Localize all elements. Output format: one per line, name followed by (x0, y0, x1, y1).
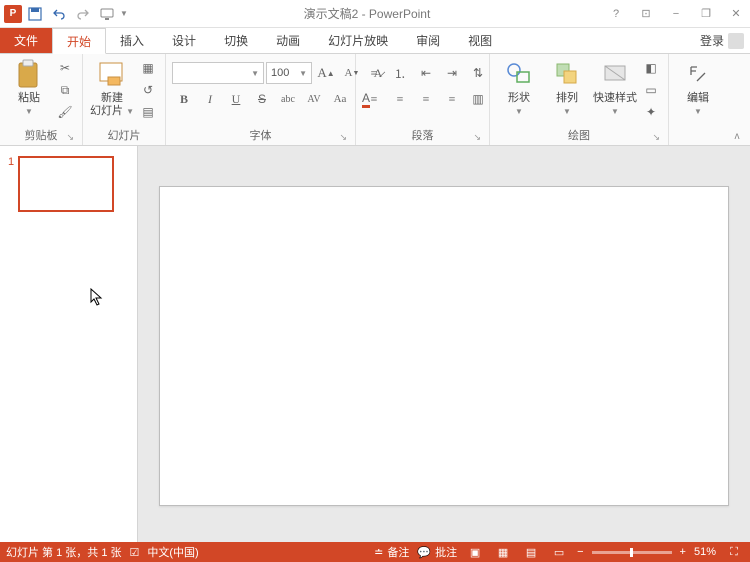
zoom-slider[interactable] (592, 551, 672, 554)
italic-button[interactable]: I (198, 88, 222, 110)
tab-transitions[interactable]: 切换 (210, 28, 262, 53)
change-case-button[interactable]: Aa (328, 88, 352, 110)
format-painter-button[interactable]: 🖌 (54, 102, 76, 122)
notes-button[interactable]: ≐ 备注 (374, 544, 409, 560)
justify-button[interactable]: ≡ (440, 88, 464, 110)
arrange-button[interactable]: 排列▼ (544, 58, 590, 117)
app-icon: P (4, 5, 22, 23)
ribbon-options-button[interactable]: ⊡ (632, 4, 660, 24)
workspace: 1 (0, 146, 750, 542)
quick-styles-button[interactable]: 快速样式▼ (592, 58, 638, 117)
tab-home[interactable]: 开始 (52, 28, 106, 54)
section-button[interactable]: ▤ (137, 102, 159, 122)
slide-canvas[interactable] (159, 186, 729, 506)
ribbon: 粘贴▼ ✂ ⧉ 🖌 剪贴板↘ 新建 幻灯片 ▼ ▦ ↺ ▤ 幻灯片 (0, 54, 750, 146)
decrease-indent-button[interactable]: ⇤ (414, 62, 438, 84)
slide-thumbnail-1[interactable]: 1 (8, 156, 129, 212)
slide-counter[interactable]: 幻灯片 第 1 张，共 1 张 (6, 544, 122, 560)
close-button[interactable]: ✕ (722, 4, 750, 24)
reset-button[interactable]: ↺ (137, 80, 159, 100)
zoom-out-button[interactable]: − (577, 546, 583, 558)
normal-view-button[interactable]: ▣ (465, 544, 485, 560)
group-font: ▼ 100▼ A▲ A▼ A̷ B I U S abc AV Aa A 字体↘ (166, 54, 356, 145)
align-left-button[interactable]: ≡ (362, 88, 386, 110)
group-paragraph: ≡ ⒈ ⇤ ⇥ ⇅ ≡ ≡ ≡ ≡ ▥ 段落↘ (356, 54, 490, 145)
group-slides: 新建 幻灯片 ▼ ▦ ↺ ▤ 幻灯片 (83, 54, 166, 145)
thumbnail-preview (18, 156, 114, 212)
columns-button[interactable]: ▥ (466, 88, 490, 110)
tab-view[interactable]: 视图 (454, 28, 506, 53)
copy-button[interactable]: ⧉ (54, 80, 76, 100)
numbering-button[interactable]: ⒈ (388, 62, 412, 84)
login-label: 登录 (700, 32, 724, 49)
shapes-button[interactable]: 形状▼ (496, 58, 542, 117)
spellcheck-button[interactable]: ☑ (130, 546, 140, 559)
group-clipboard: 粘贴▼ ✂ ⧉ 🖌 剪贴板↘ (0, 54, 83, 145)
font-launcher[interactable]: ↘ (339, 132, 347, 143)
align-center-button[interactable]: ≡ (388, 88, 412, 110)
status-bar: 幻灯片 第 1 张，共 1 张 ☑ 中文(中国) ≐ 备注 💬 批注 ▣ ▦ ▤… (0, 542, 750, 562)
fit-view-button[interactable]: ⛶ (724, 544, 744, 560)
minimize-button[interactable]: − (662, 4, 690, 24)
avatar-icon (728, 33, 744, 49)
language-button[interactable]: 中文(中国) (147, 544, 198, 560)
window-title: 演示文稿2 - PowerPoint (132, 5, 602, 22)
login-area[interactable]: 登录 (700, 28, 750, 53)
zoom-level[interactable]: 51% (694, 546, 716, 558)
increase-font-button[interactable]: A▲ (314, 62, 338, 84)
shadow-button[interactable]: abc (276, 88, 300, 110)
save-button[interactable] (24, 3, 46, 25)
drawing-launcher[interactable]: ↘ (652, 132, 660, 143)
tab-slideshow[interactable]: 幻灯片放映 (314, 28, 402, 53)
slide-editor[interactable] (138, 146, 750, 542)
align-right-button[interactable]: ≡ (414, 88, 438, 110)
increase-indent-button[interactable]: ⇥ (440, 62, 464, 84)
cut-button[interactable]: ✂ (54, 58, 76, 78)
quick-access-toolbar: P ▼ (0, 3, 132, 25)
redo-button[interactable] (72, 3, 94, 25)
shape-fill-button[interactable]: ◧ (640, 58, 662, 78)
slideshow-view-button[interactable]: ▭ (549, 544, 569, 560)
underline-button[interactable]: U (224, 88, 248, 110)
tab-design[interactable]: 设计 (158, 28, 210, 53)
editing-button[interactable]: 编辑▼ (675, 58, 721, 117)
ribbon-tabs: 文件 开始 插入 设计 切换 动画 幻灯片放映 审阅 视图 登录 (0, 28, 750, 54)
group-editing: 编辑▼ (669, 54, 727, 145)
comments-button[interactable]: 💬 批注 (417, 544, 457, 560)
strikethrough-button[interactable]: S (250, 88, 274, 110)
paste-button[interactable]: 粘贴▼ (6, 58, 52, 117)
paragraph-launcher[interactable]: ↘ (473, 132, 481, 143)
tab-insert[interactable]: 插入 (106, 28, 158, 53)
qat-customize-dropdown[interactable]: ▼ (120, 9, 128, 18)
bullets-button[interactable]: ≡ (362, 62, 386, 84)
clipboard-launcher[interactable]: ↘ (66, 132, 74, 143)
title-bar: P ▼ 演示文稿2 - PowerPoint ? ⊡ − ❐ ✕ (0, 0, 750, 28)
restore-button[interactable]: ❐ (692, 4, 720, 24)
help-button[interactable]: ? (602, 4, 630, 24)
zoom-in-button[interactable]: + (680, 546, 686, 558)
reading-view-button[interactable]: ▤ (521, 544, 541, 560)
font-size-combo[interactable]: 100▼ (266, 62, 312, 84)
bold-button[interactable]: B (172, 88, 196, 110)
sorter-view-button[interactable]: ▦ (493, 544, 513, 560)
start-from-beginning-button[interactable] (96, 3, 118, 25)
new-slide-button[interactable]: 新建 幻灯片 ▼ (89, 58, 135, 117)
thumbnail-pane[interactable]: 1 (0, 146, 138, 542)
shape-effects-button[interactable]: ✦ (640, 102, 662, 122)
font-family-combo[interactable]: ▼ (172, 62, 264, 84)
shape-outline-button[interactable]: ▭ (640, 80, 662, 100)
spacing-button[interactable]: AV (302, 88, 326, 110)
collapse-ribbon-button[interactable]: ʌ (728, 129, 746, 143)
text-direction-button[interactable]: ⇅ (466, 62, 490, 84)
window-controls: ? ⊡ − ❐ ✕ (602, 4, 750, 24)
undo-button[interactable] (48, 3, 70, 25)
tab-file[interactable]: 文件 (0, 28, 52, 53)
tab-animations[interactable]: 动画 (262, 28, 314, 53)
tab-review[interactable]: 审阅 (402, 28, 454, 53)
layout-button[interactable]: ▦ (137, 58, 159, 78)
group-drawing: 形状▼ 排列▼ 快速样式▼ ◧ ▭ ✦ 绘图↘ (490, 54, 669, 145)
